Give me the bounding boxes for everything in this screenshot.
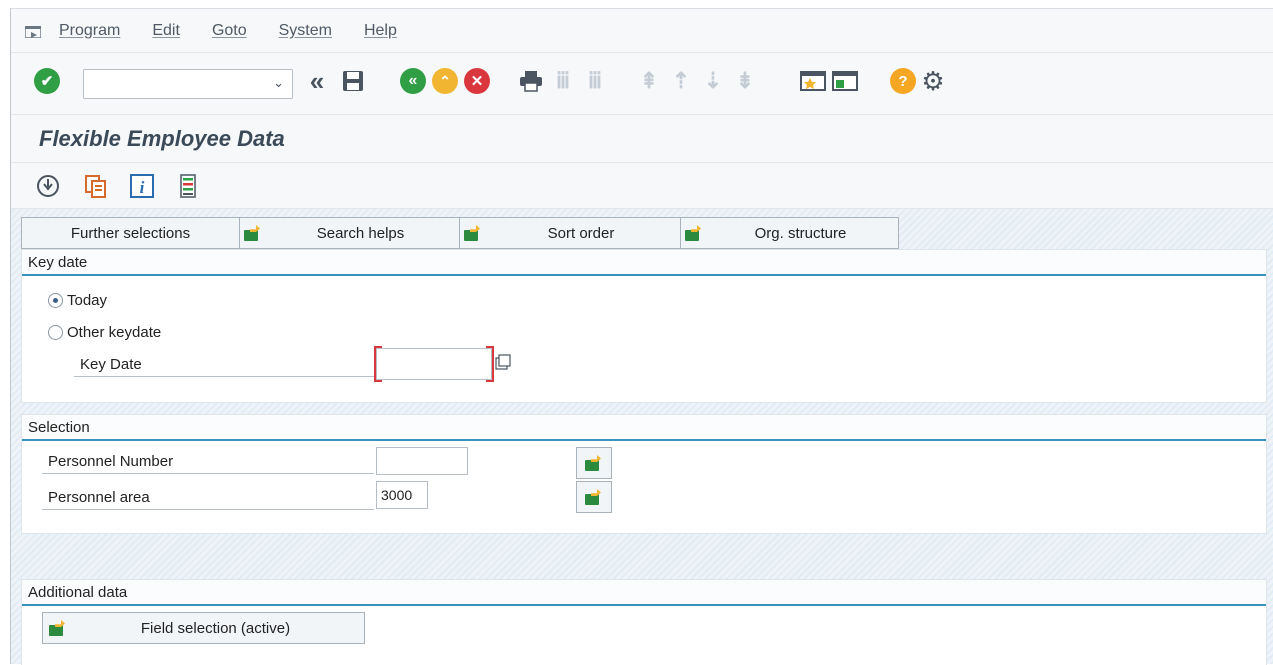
enter-icon[interactable]: ✔ [33,67,61,95]
menu-edit[interactable]: Edit [152,22,180,40]
last-page-icon[interactable]: ⇟ [731,67,759,95]
create-session-icon[interactable] [799,67,827,95]
exit-icon[interactable]: ⌃ [431,67,459,95]
key-date-group: Key date Today Other keydate Key Date [21,249,1267,403]
personnel-area-input[interactable]: 3000 [376,481,428,509]
menu-help[interactable]: Help [364,22,397,40]
folder-arrow-icon [49,620,67,636]
get-variant-icon[interactable] [83,173,109,199]
svg-text:i: i [140,178,145,197]
org-structure-label: Org. structure [754,224,847,242]
personnel-area-value: 3000 [381,487,413,503]
standard-toolbar: ✔ ⌄ « « ⌃ ✕ ⅲ ⅲ ⇞ ⇡ ⇣ ⇟ ? ⚙ [11,53,1273,115]
back-icon[interactable]: « [399,67,427,95]
required-marker-left [374,346,382,382]
folder-arrow-icon [585,455,603,471]
save-icon[interactable] [339,67,367,95]
additional-data-group: Additional data Field selection (active) [21,579,1267,665]
find-icon[interactable]: ⅲ [549,67,577,95]
selection-heading: Selection [22,415,1266,441]
execute-icon[interactable] [35,173,61,199]
personnel-area-multiple-selection-button[interactable] [576,481,612,513]
menu-bar: Program Edit Goto System Help [11,9,1273,53]
key-date-input[interactable] [376,348,492,380]
sap-window: Program Edit Goto System Help ✔ ⌄ « « ⌃ … [10,8,1273,665]
menu-system[interactable]: System [279,22,332,40]
command-field[interactable]: ⌄ [83,69,293,99]
other-keydate-radio-row[interactable]: Other keydate [48,324,161,341]
folder-arrow-icon [464,225,482,241]
key-date-label: Key Date [74,356,384,377]
shortcut-icon[interactable] [831,67,859,95]
help-icon[interactable]: ? [889,67,917,95]
info-icon[interactable]: i [129,173,155,199]
next-page-icon[interactable]: ⇣ [699,67,727,95]
page-title: Flexible Employee Data [39,125,285,151]
further-selections-label: Further selections [70,224,191,242]
personnel-number-label: Personnel Number [42,453,374,474]
other-keydate-radio[interactable] [48,325,63,340]
cancel-icon[interactable]: ✕ [463,67,491,95]
personnel-area-label: Personnel area [42,489,374,510]
org-structure-button[interactable]: Org. structure [680,217,899,249]
menu-goto[interactable]: Goto [212,22,247,40]
application-toolbar: i [11,163,1273,209]
field-selection-button[interactable]: Field selection (active) [42,612,365,644]
selection-options-icon[interactable] [175,173,201,199]
title-bar: Flexible Employee Data [11,115,1273,163]
folder-arrow-icon [585,489,603,505]
field-selection-label: Field selection (active) [140,619,291,637]
further-selections-button[interactable]: Further selections [21,217,240,249]
key-date-heading: Key date [22,250,1266,276]
personnel-number-input[interactable] [376,447,468,475]
today-label: Today [67,292,108,309]
print-icon[interactable] [517,67,545,95]
previous-page-icon[interactable]: ⇡ [667,67,695,95]
today-radio-row[interactable]: Today [48,292,107,309]
menu-icon[interactable] [24,24,42,39]
sort-order-label: Sort order [547,224,615,242]
command-dropdown-icon[interactable]: ⌄ [273,75,284,91]
sort-order-button[interactable]: Sort order [459,217,681,249]
selection-buttons-row: Further selections Search helps Sort ord… [21,217,899,249]
today-radio[interactable] [48,293,63,308]
menu-program[interactable]: Program [59,22,120,40]
additional-data-heading: Additional data [22,580,1266,606]
personnel-number-multiple-selection-button[interactable] [576,447,612,479]
search-helps-button[interactable]: Search helps [239,217,460,249]
value-help-icon[interactable] [495,354,511,370]
back-double-icon[interactable]: « [303,66,331,96]
folder-arrow-icon [244,225,262,241]
find-next-icon[interactable]: ⅲ [581,67,609,95]
required-marker-right [486,346,494,382]
selection-group: Selection Personnel Number Personnel are… [21,414,1267,534]
other-keydate-label: Other keydate [67,324,162,341]
first-page-icon[interactable]: ⇞ [635,67,663,95]
folder-arrow-icon [685,225,703,241]
settings-icon[interactable]: ⚙ [919,66,947,96]
search-helps-label: Search helps [316,224,405,242]
